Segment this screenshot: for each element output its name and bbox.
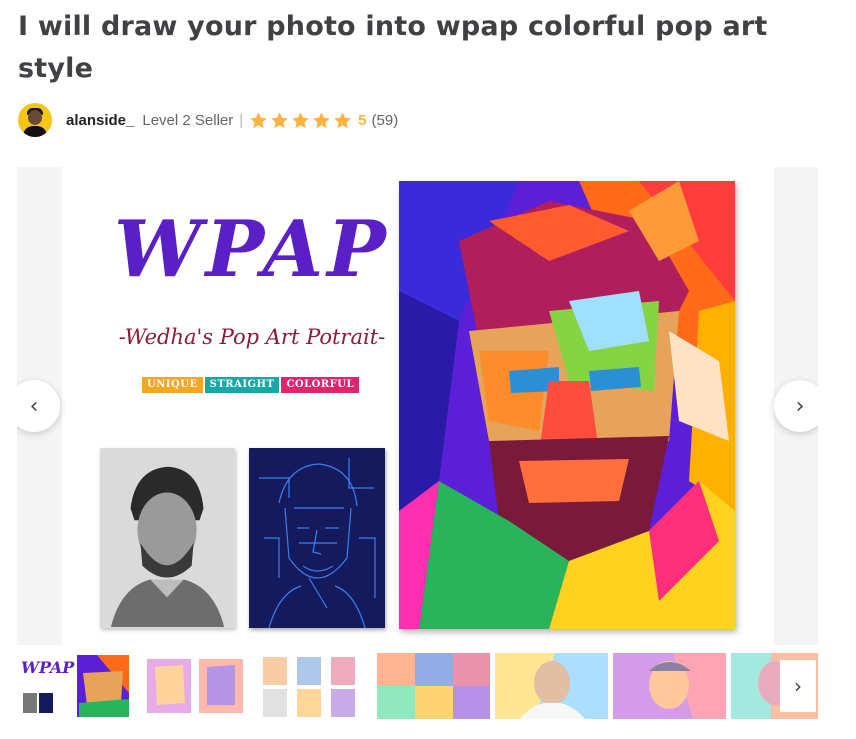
star-icon <box>292 111 309 128</box>
chevron-right-icon: › <box>795 393 805 419</box>
seller-avatar[interactable] <box>18 103 52 137</box>
seller-info: alanside_ Level 2 Seller | 5 (59) <box>18 103 398 137</box>
seller-username[interactable]: alanside_ <box>66 112 134 129</box>
star-icon <box>271 111 288 128</box>
svg-text:WPAP: WPAP <box>21 658 75 677</box>
line-art-portrait <box>249 448 385 628</box>
tag-unique: UNIQUE <box>142 377 203 393</box>
thumbnails-next-button[interactable]: › <box>780 660 816 712</box>
gig-gallery: WPAP -Wedha's Pop Art Potrait- UNIQUE ST… <box>17 167 818 645</box>
gig-title: I will draw your photo into wpap colorfu… <box>18 11 768 84</box>
gallery-thumbnails: WPAP <box>17 653 818 719</box>
thumbnail-2[interactable] <box>135 653 248 719</box>
thumbnail-3[interactable] <box>253 653 366 719</box>
wpap-portrait-artwork <box>399 181 735 629</box>
star-icon <box>250 111 267 128</box>
separator: | <box>239 111 244 129</box>
gallery-next-button[interactable]: › <box>774 380 818 432</box>
thumbnail-5[interactable] <box>495 653 608 719</box>
gallery-slide[interactable]: WPAP -Wedha's Pop Art Potrait- UNIQUE ST… <box>62 167 774 645</box>
thumbnail-1[interactable]: WPAP <box>17 653 130 719</box>
rating-stars <box>249 111 354 130</box>
reference-photo <box>100 448 235 628</box>
wpap-logo-text: WPAP <box>114 204 390 295</box>
thumbnail-6[interactable] <box>613 653 726 719</box>
thumbnail-4[interactable] <box>377 653 490 719</box>
tag-straight: STRAIGHT <box>204 377 280 393</box>
seller-level: Level 2 Seller <box>142 111 234 129</box>
gallery-prev-button[interactable]: ‹ <box>17 380 60 432</box>
star-icon <box>313 111 330 128</box>
tag-colorful: COLORFUL <box>281 377 360 393</box>
slide-subtitle: -Wedha's Pop Art Potrait- <box>118 325 386 349</box>
slide-tags: UNIQUE STRAIGHT COLORFUL <box>142 377 360 393</box>
chevron-right-icon: › <box>794 674 802 698</box>
star-icon <box>334 111 351 128</box>
chevron-left-icon: ‹ <box>29 393 39 419</box>
review-count[interactable]: (59) <box>372 112 399 129</box>
rating-value: 5 <box>358 111 367 129</box>
